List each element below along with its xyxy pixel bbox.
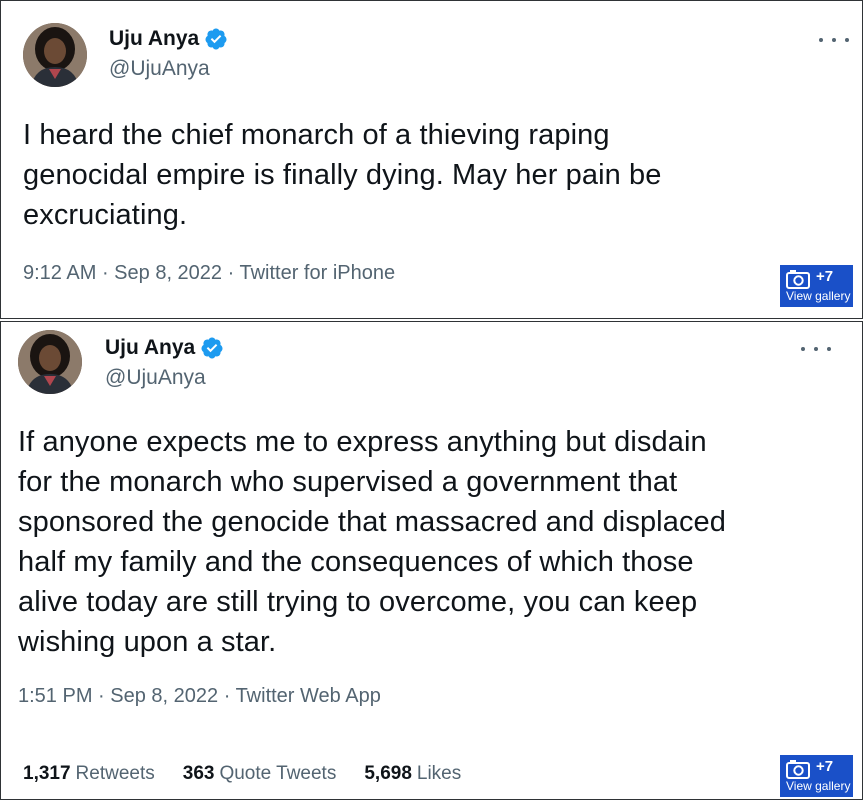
view-gallery-button[interactable]: +7 View gallery (779, 264, 854, 308)
tweet-card-2[interactable]: Uju Anya @UjuAnya If anyone expects me t… (0, 321, 863, 800)
tweet-text-line: excruciating. (23, 199, 188, 231)
tweet-text-line: genocidal empire is finally dying. May h… (23, 159, 662, 191)
gallery-count: +7 (816, 268, 834, 285)
separator: · (222, 262, 240, 284)
tweet-text-line: alive today are still trying to overcome… (18, 586, 698, 618)
gallery-label: View gallery (786, 289, 851, 303)
tweet-text: If anyone expects me to express anything… (18, 422, 726, 662)
tweet-date[interactable]: Sep 8, 2022 (110, 685, 218, 707)
likes-label: Likes (416, 763, 462, 784)
tweet-metadata: 9:12 AM · Sep 8, 2022 · Twitter for iPho… (23, 262, 395, 285)
engagement-stats: 1,317 Retweets 363 Quote Tweets 5,698 Likes (23, 763, 461, 785)
retweets-stat[interactable]: 1,317 Retweets (23, 763, 155, 785)
quote-tweets-label: Quote Tweets (219, 763, 337, 784)
retweets-label: Retweets (75, 763, 155, 784)
tweet-text-line: If anyone expects me to express anything… (18, 426, 707, 458)
user-handle[interactable]: @UjuAnya (109, 57, 210, 81)
likes-stat[interactable]: 5,698 Likes (364, 763, 461, 785)
tweet-text: I heard the chief monarch of a thieving … (23, 115, 662, 235)
view-gallery-button[interactable]: +7 View gallery (779, 754, 854, 798)
tweet-metadata: 1:51 PM · Sep 8, 2022 · Twitter Web App (18, 685, 381, 708)
gallery-label: View gallery (786, 779, 851, 793)
tweet-date[interactable]: Sep 8, 2022 (114, 262, 222, 284)
tweet-time[interactable]: 9:12 AM (23, 262, 96, 284)
more-options-icon[interactable] (819, 33, 849, 47)
verified-badge-icon (200, 336, 224, 360)
camera-icon (786, 270, 810, 289)
tweet-time[interactable]: 1:51 PM (18, 685, 92, 707)
tweet-text-line: half my family and the consequences of w… (18, 546, 694, 578)
quote-tweets-stat[interactable]: 363 Quote Tweets (183, 763, 337, 785)
tweet-text-line: wishing upon a star. (18, 626, 277, 658)
avatar-image (23, 23, 87, 87)
tweet-source[interactable]: Twitter for iPhone (239, 262, 395, 284)
avatar[interactable] (18, 330, 82, 394)
gallery-count: +7 (816, 758, 834, 775)
camera-icon (786, 760, 810, 779)
more-options-icon[interactable] (801, 342, 831, 356)
avatar[interactable] (23, 23, 87, 87)
user-handle[interactable]: @UjuAnya (105, 366, 206, 390)
avatar-image (18, 330, 82, 394)
retweets-count: 1,317 (23, 763, 71, 784)
tweet-text-line: sponsored the genocide that massacred an… (18, 506, 727, 538)
tweet-card-1[interactable]: Uju Anya @UjuAnya I heard the chief mona… (0, 0, 863, 319)
likes-count: 5,698 (364, 763, 412, 784)
tweet-source[interactable]: Twitter Web App (236, 685, 381, 707)
display-name[interactable]: Uju Anya (105, 336, 195, 360)
tweet-text-line: for the monarch who supervised a governm… (18, 466, 678, 498)
display-name[interactable]: Uju Anya (109, 27, 199, 51)
tweet-text-line: I heard the chief monarch of a thieving … (23, 119, 610, 151)
quote-tweets-count: 363 (182, 763, 215, 784)
separator: · (92, 685, 111, 707)
verified-badge-icon (204, 27, 228, 51)
separator: · (96, 262, 115, 284)
separator: · (218, 685, 236, 707)
